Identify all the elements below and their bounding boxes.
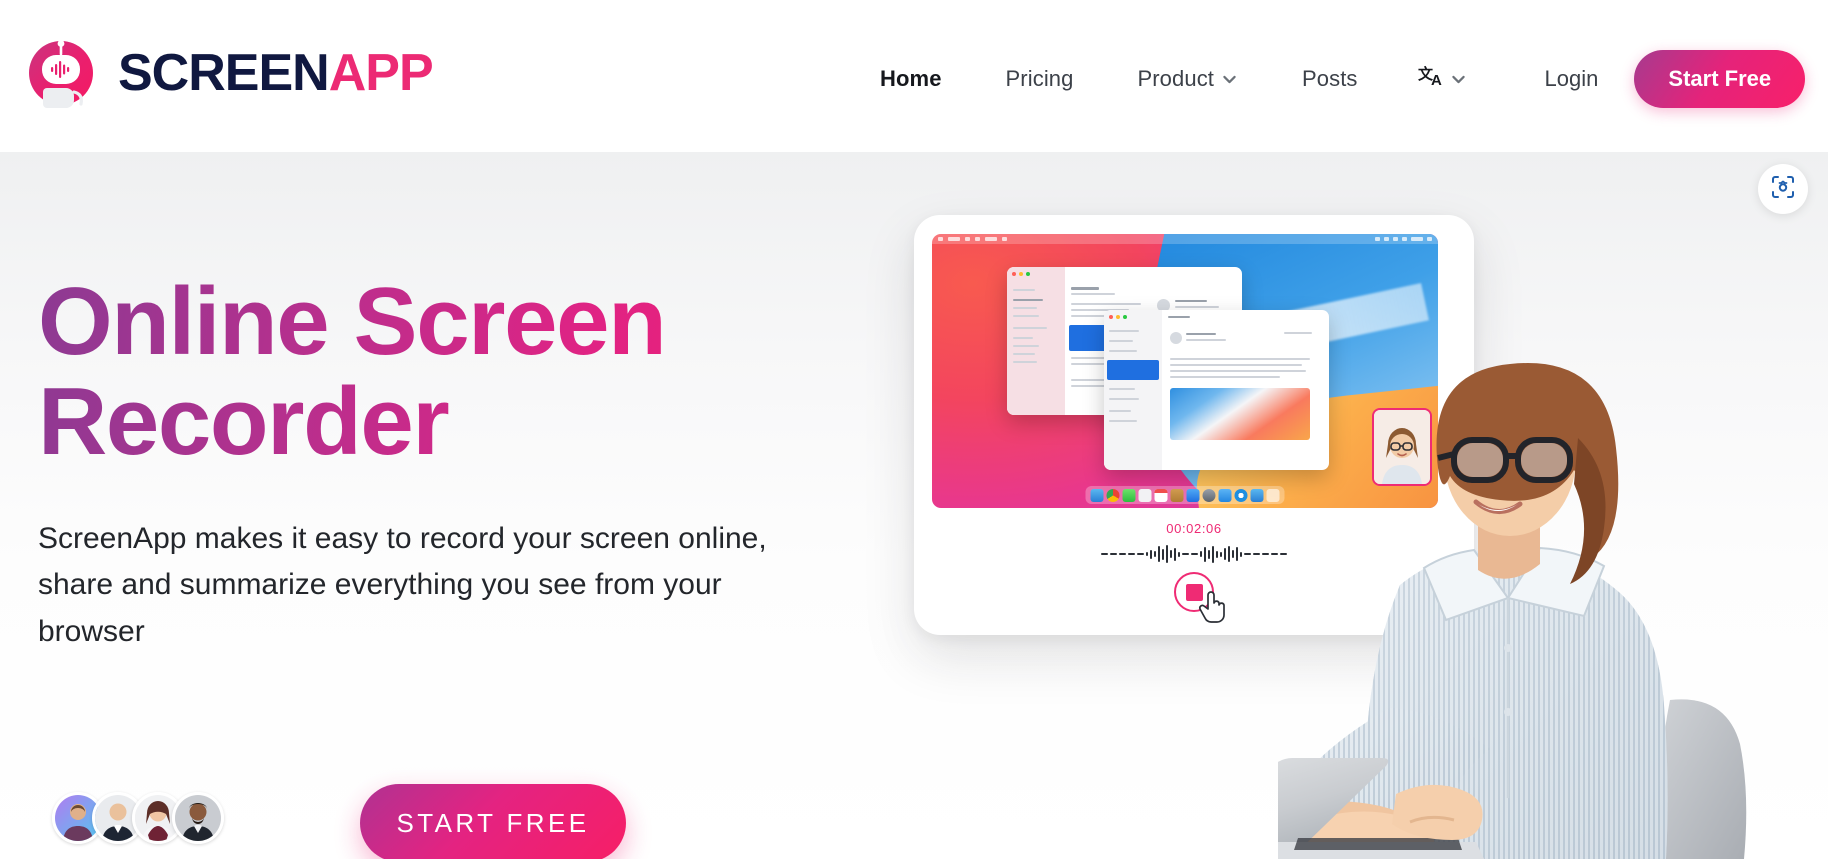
- messages-icon: [1122, 488, 1136, 502]
- app-store-icon: [1186, 488, 1200, 502]
- start-free-hero-button[interactable]: START FREE: [360, 784, 626, 859]
- hero-actions: Join 250,000+ Users today! START FREE: [38, 784, 626, 859]
- language-selector[interactable]: 文 A: [1418, 64, 1467, 95]
- hero-title-line1: Online Screen: [38, 268, 666, 375]
- scan-capture-button[interactable]: [1758, 164, 1808, 214]
- site-header: SCREENAPP Home Pricing Product Posts 文 A: [0, 0, 1828, 152]
- hero-copy: Online Screen Recorder ScreenApp makes i…: [38, 272, 918, 655]
- avatar: [172, 792, 224, 844]
- avatar-group: [52, 792, 338, 844]
- nav-item-product[interactable]: Product: [1137, 66, 1238, 92]
- brand-name-app: APP: [328, 44, 434, 102]
- start-free-header-button[interactable]: Start Free: [1634, 50, 1806, 108]
- nav-item-home-label: Home: [880, 66, 942, 91]
- macos-dock: [1085, 486, 1285, 504]
- finder-icon: [1090, 488, 1104, 502]
- nav-item-product-label: Product: [1137, 66, 1215, 91]
- social-proof: Join 250,000+ Users today!: [38, 792, 338, 859]
- nav-item-pricing[interactable]: Pricing: [1006, 66, 1074, 92]
- finder-icon: [1250, 488, 1264, 502]
- chrome-icon: [1106, 488, 1120, 502]
- nav-item-pricing-label: Pricing: [1005, 66, 1074, 91]
- nav-item-home[interactable]: Home: [880, 66, 942, 92]
- brand-logo[interactable]: SCREENAPP: [18, 30, 434, 116]
- settings-icon: [1202, 488, 1216, 502]
- hero-section: Online Screen Recorder ScreenApp makes i…: [0, 152, 1828, 859]
- macos-menubar: [932, 234, 1438, 244]
- mail-icon: [1218, 488, 1232, 502]
- login-link[interactable]: Login: [1545, 66, 1599, 92]
- calendar-icon: [1154, 488, 1168, 502]
- chevron-down-icon: [1450, 71, 1467, 88]
- hero-title-line2: Recorder: [38, 367, 449, 475]
- translate-icon: 文 A: [1418, 64, 1448, 95]
- chevron-down-icon: [1221, 71, 1238, 88]
- contacts-icon: [1138, 488, 1152, 502]
- folder-icon: [1170, 488, 1184, 502]
- safari-icon: [1234, 488, 1248, 502]
- svg-text:A: A: [1431, 72, 1442, 89]
- page-title: Online Screen Recorder: [38, 272, 918, 472]
- brand-name-screen: SCREEN: [118, 44, 330, 102]
- main-navigation: Home Pricing Product Posts 文 A Login Sta…: [880, 50, 1806, 108]
- woman-with-glasses-typing-on-laptop: [1148, 342, 1828, 859]
- nav-item-posts[interactable]: Posts: [1302, 66, 1358, 92]
- hero-subtitle: ScreenApp makes it easy to record your s…: [38, 521, 767, 648]
- pointing-hand-cursor-icon: [1198, 587, 1228, 628]
- robot-avatar-icon: [18, 30, 104, 116]
- nav-item-posts-label: Posts: [1302, 66, 1358, 91]
- scan-capture-icon: [1770, 174, 1796, 205]
- hero-visual: 00:02:06: [914, 152, 1828, 859]
